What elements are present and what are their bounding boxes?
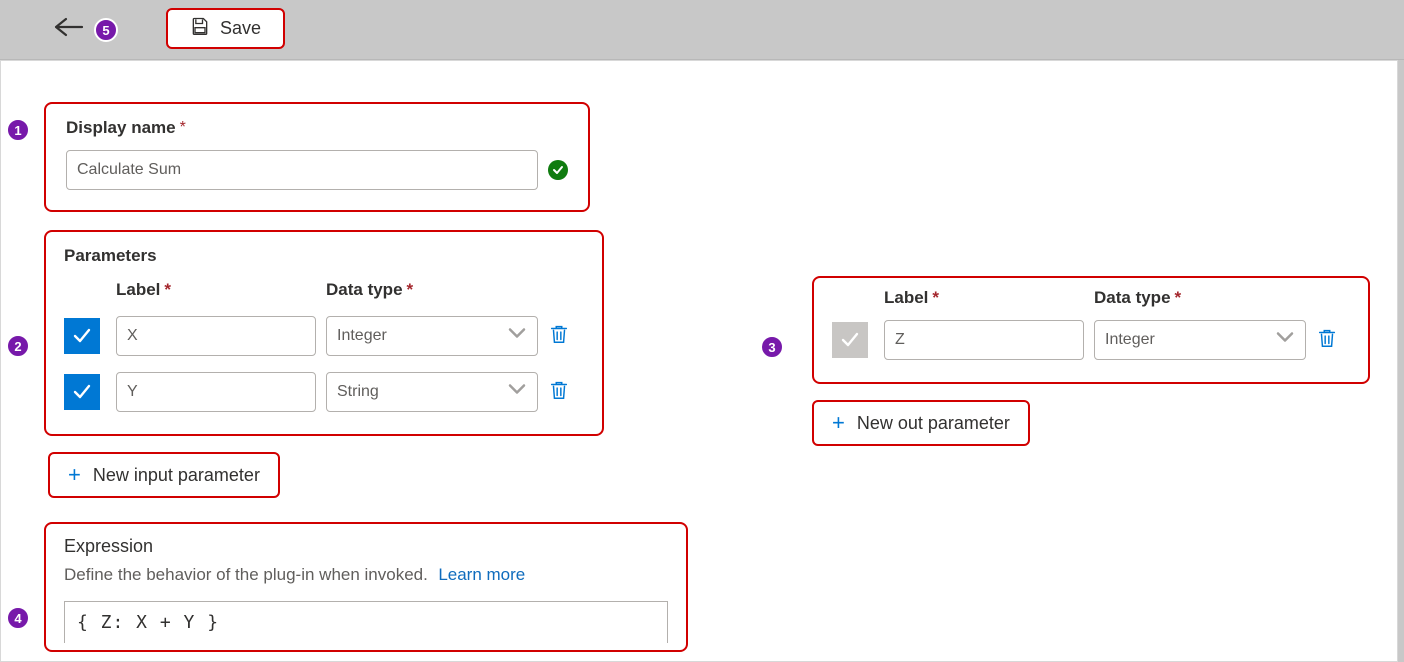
col-header-label: Label*	[884, 288, 1084, 308]
parameters-title: Parameters	[64, 246, 157, 265]
param-checkbox[interactable]	[832, 322, 868, 358]
callout-badge-1-label: 1	[14, 123, 21, 138]
required-indicator: *	[407, 280, 414, 299]
display-name-section: Display name *	[44, 102, 590, 212]
delete-param-button[interactable]	[548, 379, 588, 406]
plus-icon: +	[68, 464, 81, 486]
expression-section: Expression Define the behavior of the pl…	[44, 522, 688, 652]
param-checkbox[interactable]	[64, 374, 100, 410]
required-indicator: *	[180, 119, 186, 137]
param-type-select[interactable]	[326, 316, 538, 356]
back-button[interactable]	[54, 16, 84, 44]
param-label-input[interactable]	[116, 316, 316, 356]
callout-badge-2: 2	[6, 334, 30, 358]
callout-badge-4: 4	[6, 606, 30, 630]
required-indicator: *	[932, 288, 939, 307]
callout-badge-5: 5	[94, 18, 118, 42]
input-parameters-section: Parameters Label* Data type*	[44, 230, 604, 436]
display-name-input[interactable]	[66, 150, 538, 190]
col-header-type: Data type*	[326, 280, 538, 300]
param-checkbox[interactable]	[64, 318, 100, 354]
add-output-parameter-label: New out parameter	[857, 413, 1010, 434]
param-type-select[interactable]	[1094, 320, 1306, 360]
save-button-label: Save	[220, 18, 261, 39]
expression-value-box[interactable]: { Z: X + Y }	[64, 601, 668, 643]
callout-badge-1: 1	[6, 118, 30, 142]
required-indicator: *	[1175, 288, 1182, 307]
expression-value: { Z: X + Y }	[77, 612, 219, 633]
callout-badge-3: 3	[760, 335, 784, 359]
display-name-title: Display name	[66, 118, 176, 138]
callout-badge-2-label: 2	[14, 339, 21, 354]
param-type-select[interactable]	[326, 372, 538, 412]
param-label-input[interactable]	[884, 320, 1084, 360]
delete-param-button[interactable]	[548, 323, 588, 350]
add-input-parameter-button[interactable]: + New input parameter	[48, 452, 280, 498]
expression-learn-more-link[interactable]: Learn more	[438, 565, 525, 584]
param-label-input[interactable]	[116, 372, 316, 412]
callout-badge-3-label: 3	[768, 340, 775, 355]
save-icon	[190, 16, 210, 41]
add-output-parameter-button[interactable]: + New out parameter	[812, 400, 1030, 446]
valid-check-icon	[548, 160, 568, 180]
col-header-label: Label*	[116, 280, 316, 300]
expression-title: Expression	[64, 536, 668, 557]
expression-desc: Define the behavior of the plug-in when …	[64, 565, 428, 584]
add-input-parameter-label: New input parameter	[93, 465, 260, 486]
plus-icon: +	[832, 412, 845, 434]
output-parameters-section: Label* Data type*	[812, 276, 1370, 384]
required-indicator: *	[164, 280, 171, 299]
delete-param-button[interactable]	[1316, 327, 1356, 354]
callout-badge-4-label: 4	[14, 611, 21, 626]
col-header-type: Data type*	[1094, 288, 1306, 308]
save-button[interactable]: Save	[166, 8, 285, 49]
callout-badge-5-label: 5	[102, 23, 109, 38]
